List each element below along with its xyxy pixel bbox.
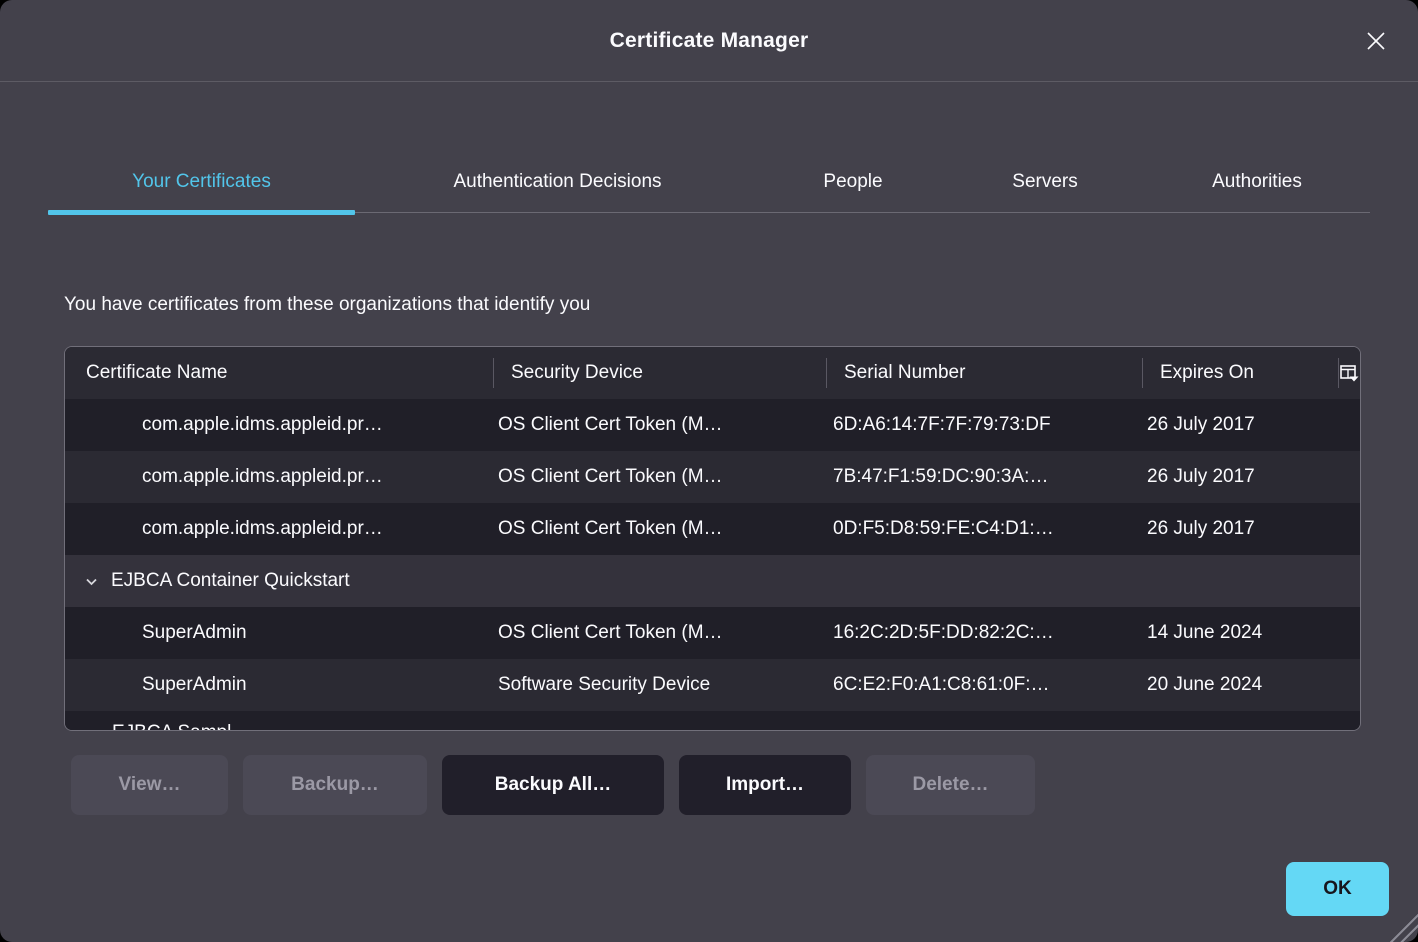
tab-bar: Your Certificates Authentication Decisio… (48, 152, 1370, 213)
view-button[interactable]: View… (71, 755, 228, 815)
group-row-ejbca-container-quickstart[interactable]: EJBCA Container Quickstart (65, 555, 1360, 607)
close-button[interactable] (1358, 23, 1394, 59)
column-header-expires-on[interactable]: Expires On (1142, 347, 1338, 399)
cert-expires: 26 July 2017 (1142, 466, 1338, 488)
column-header-certificate-name[interactable]: Certificate Name (65, 347, 493, 399)
resize-grip[interactable] (1388, 912, 1418, 942)
table-header-row: Certificate Name Security Device Serial … (65, 347, 1360, 399)
chevron-down-icon[interactable] (84, 574, 99, 589)
cert-serial: 6D:A6:14:7F:7F:79:73:DF (826, 414, 1142, 436)
certificates-table: Certificate Name Security Device Serial … (64, 346, 1361, 731)
group-row-clipped[interactable]: EJBCA Sampl (65, 711, 1360, 731)
cert-device: OS Client Cert Token (M… (493, 414, 826, 436)
cert-expires: 26 July 2017 (1142, 518, 1338, 540)
group-label: EJBCA Container Quickstart (111, 570, 350, 592)
column-header-security-device[interactable]: Security Device (493, 347, 826, 399)
cert-device: OS Client Cert Token (M… (493, 518, 826, 540)
cert-name: SuperAdmin (65, 674, 493, 696)
title-bar: Certificate Manager (0, 0, 1418, 82)
tab-people[interactable]: People (760, 152, 946, 212)
ok-button[interactable]: OK (1286, 862, 1389, 916)
cert-device: OS Client Cert Token (M… (493, 622, 826, 644)
delete-button[interactable]: Delete… (866, 755, 1035, 815)
import-button[interactable]: Import… (679, 755, 851, 815)
tab-authorities[interactable]: Authorities (1144, 152, 1370, 212)
group-label-clipped: EJBCA Sampl (65, 722, 1360, 731)
cert-device: Software Security Device (493, 674, 826, 696)
backup-all-button[interactable]: Backup All… (442, 755, 664, 815)
table-row[interactable]: com.apple.idms.appleid.pr… OS Client Cer… (65, 399, 1360, 451)
tab-your-certificates[interactable]: Your Certificates (48, 152, 355, 212)
table-row[interactable]: com.apple.idms.appleid.pr… OS Client Cer… (65, 503, 1360, 555)
tab-servers[interactable]: Servers (946, 152, 1144, 212)
backup-button[interactable]: Backup… (243, 755, 427, 815)
cert-expires: 20 June 2024 (1142, 674, 1338, 696)
cert-name: SuperAdmin (65, 622, 493, 644)
table-row[interactable]: SuperAdmin Software Security Device 6C:E… (65, 659, 1360, 711)
column-picker-button[interactable] (1338, 347, 1360, 399)
cert-serial: 7B:47:F1:59:DC:90:3A:… (826, 466, 1142, 488)
column-picker-icon (1340, 365, 1359, 382)
dialog-title: Certificate Manager (610, 29, 809, 53)
tab-authentication-decisions[interactable]: Authentication Decisions (355, 152, 760, 212)
close-icon (1364, 29, 1388, 53)
cert-serial: 6C:E2:F0:A1:C8:61:0F:… (826, 674, 1142, 696)
table-row[interactable]: com.apple.idms.appleid.pr… OS Client Cer… (65, 451, 1360, 503)
action-button-row: View… Backup… Backup All… Import… Delete… (71, 755, 1035, 815)
certificate-manager-dialog: Certificate Manager Your Certificates Au… (0, 0, 1418, 942)
cert-name: com.apple.idms.appleid.pr… (65, 518, 493, 540)
cert-expires: 14 June 2024 (1142, 622, 1338, 644)
cert-serial: 0D:F5:D8:59:FE:C4:D1:… (826, 518, 1142, 540)
cert-device: OS Client Cert Token (M… (493, 466, 826, 488)
cert-name: com.apple.idms.appleid.pr… (65, 466, 493, 488)
table-row[interactable]: SuperAdmin OS Client Cert Token (M… 16:2… (65, 607, 1360, 659)
cert-name: com.apple.idms.appleid.pr… (65, 414, 493, 436)
cert-expires: 26 July 2017 (1142, 414, 1338, 436)
intro-text: You have certificates from these organiz… (64, 294, 590, 316)
cert-serial: 16:2C:2D:5F:DD:82:2C:… (826, 622, 1142, 644)
column-header-serial-number[interactable]: Serial Number (826, 347, 1142, 399)
